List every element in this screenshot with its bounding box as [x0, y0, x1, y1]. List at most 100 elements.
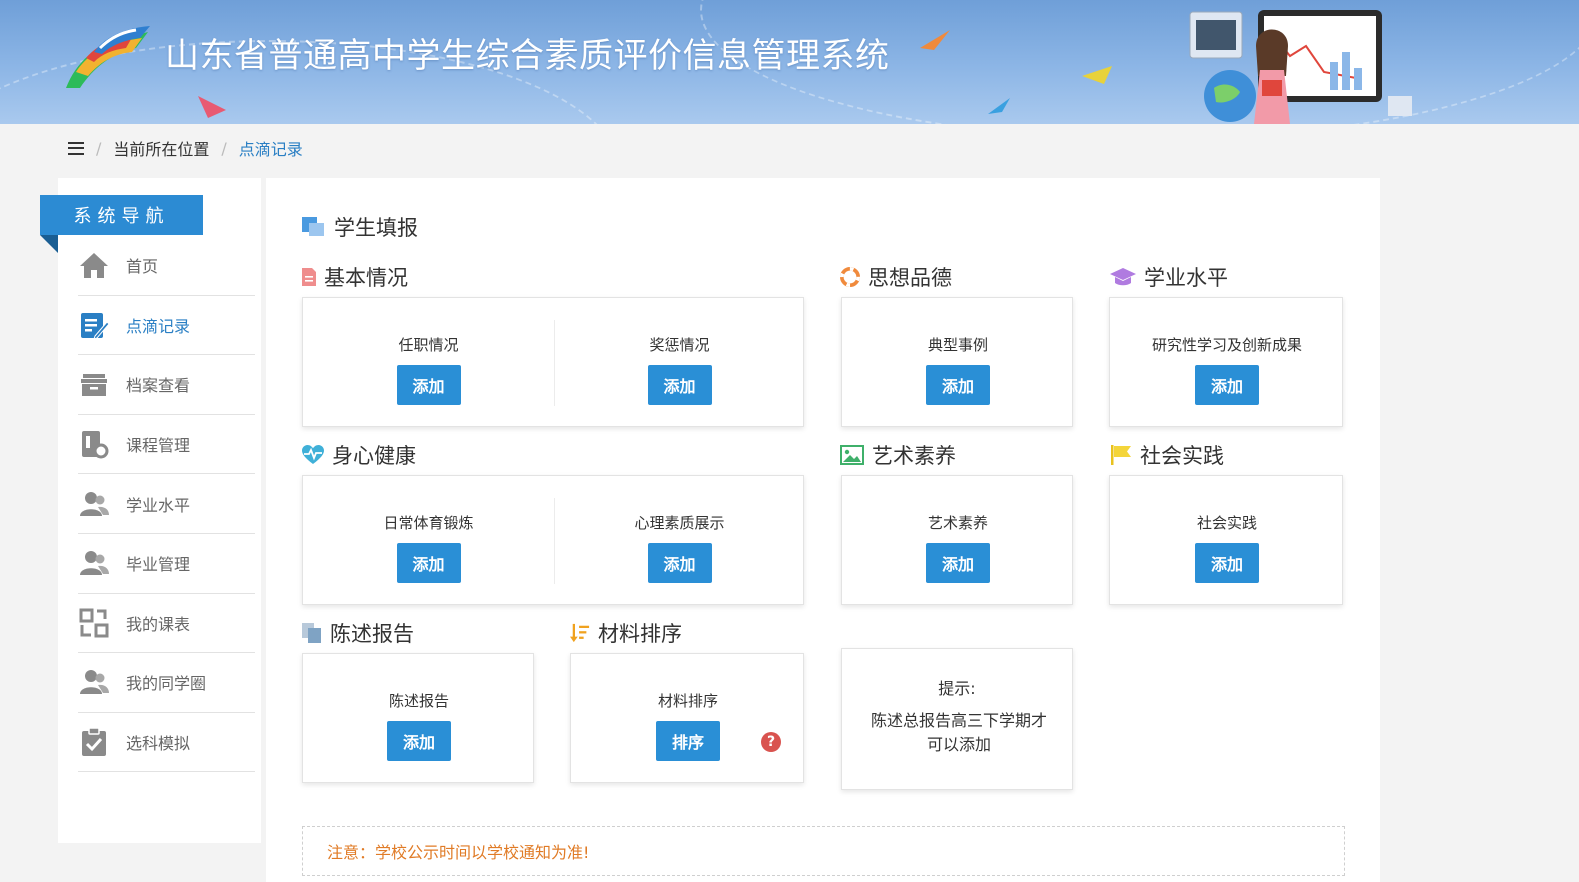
archive-box-icon [78, 368, 110, 400]
section-title-text: 基本情况 [324, 266, 408, 290]
sidebar-item-graduation[interactable]: 毕业管理 [78, 534, 255, 594]
copy-document-icon [302, 623, 322, 643]
section-title-text: 社会实践 [1140, 444, 1224, 468]
section-title-report: 陈述报告 [302, 618, 414, 648]
breadcrumb: / 当前所在位置 / 点滴记录 [68, 136, 303, 160]
card-item: 任职情况 添加 [303, 298, 554, 426]
card-item: 研究性学习及创新成果 添加 [1110, 298, 1344, 426]
card-item-label: 奖惩情况 [649, 336, 710, 354]
add-example-button[interactable]: 添加 [926, 365, 990, 405]
section-title-text: 陈述报告 [330, 622, 414, 646]
card-sort: 材料排序 排序 ? [570, 653, 804, 783]
sidebar-item-records[interactable]: 点滴记录 [78, 296, 255, 356]
card-item: 典型事例 添加 [842, 298, 1074, 426]
sidebar-heading: 系统导航 [40, 195, 203, 235]
card-item-label: 社会实践 [1196, 514, 1257, 532]
sidebar-item-label: 课程管理 [126, 436, 191, 456]
tip-card: 提示: 陈述总报告高三下学期才可以添加 [841, 648, 1073, 790]
heartbeat-icon [302, 445, 324, 465]
sidebar-item-schedule[interactable]: 我的课表 [78, 594, 255, 654]
image-icon [840, 445, 864, 465]
section-title-health: 身心健康 [302, 440, 416, 470]
card-item: 材料排序 排序 [571, 654, 805, 782]
paper-plane-icon [1082, 66, 1112, 84]
edit-record-icon [78, 309, 110, 341]
section-title-moral: 思想品德 [840, 262, 952, 292]
card-item: 日常体育锻炼 添加 [303, 476, 554, 604]
sort-materials-button[interactable]: 排序 [656, 721, 720, 761]
card-academic: 研究性学习及创新成果 添加 [1109, 297, 1343, 427]
add-position-button[interactable]: 添加 [396, 365, 461, 405]
add-research-button[interactable]: 添加 [1195, 365, 1259, 405]
add-reward-button[interactable]: 添加 [647, 365, 712, 405]
users-icon [78, 488, 110, 520]
card-item: 心理素质展示 添加 [554, 476, 805, 604]
sidebar-item-classmates[interactable]: 我的同学圈 [78, 653, 255, 713]
breadcrumb-current[interactable]: 点滴记录 [239, 136, 303, 160]
sidebar-item-courses[interactable]: 课程管理 [78, 415, 255, 475]
course-settings-icon [78, 428, 110, 460]
sidebar-item-label: 学业水平 [126, 495, 191, 515]
section-title-text: 身心健康 [332, 444, 416, 468]
card-item-label: 材料排序 [657, 692, 718, 710]
notice-banner: 注意：学校公示时间以学校通知为准! [302, 826, 1345, 876]
sidebar-item-label: 选科模拟 [126, 734, 191, 754]
card-social: 社会实践 添加 [1109, 475, 1343, 605]
sidebar-item-subject-sim[interactable]: 选科模拟 [78, 713, 255, 773]
menu-toggle-icon[interactable] [68, 141, 84, 155]
card-health: 日常体育锻炼 添加 心理素质展示 添加 [302, 475, 804, 605]
paper-plane-icon [988, 98, 1010, 114]
card-item-label: 任职情况 [398, 336, 459, 354]
home-icon [78, 249, 110, 281]
card-basic: 任职情况 添加 奖惩情况 添加 [302, 297, 804, 427]
sidebar-item-label: 我的同学圈 [126, 674, 207, 694]
users-icon [78, 666, 110, 698]
section-title-basic: 基本情况 [302, 262, 408, 292]
sidebar-item-label: 我的课表 [126, 614, 191, 634]
sidebar-heading-fold [40, 235, 58, 253]
sidebar-item-label: 档案查看 [126, 376, 191, 396]
paper-plane-icon [920, 30, 950, 50]
section-title-social: 社会实践 [1110, 440, 1224, 470]
card-moral: 典型事例 添加 [841, 297, 1073, 427]
lifebuoy-icon [840, 267, 860, 287]
page-title-text: 学生填报 [334, 216, 418, 240]
sidebar-nav: 首页 点滴记录 档案查看 课程管理 学业水平 毕业管理 我的课表 我的同学圈 选… [78, 236, 255, 773]
card-item-label: 陈述报告 [388, 692, 449, 710]
breadcrumb-prefix: 当前所在位置 [113, 140, 210, 159]
site-logo [66, 26, 150, 88]
card-item: 奖惩情况 添加 [554, 298, 805, 426]
header-illustration [1189, 10, 1412, 124]
stack-squares-icon [302, 215, 326, 239]
sidebar-item-label: 首页 [126, 257, 159, 277]
sidebar-item-academic[interactable]: 学业水平 [78, 474, 255, 534]
card-item-label: 心理素质展示 [634, 514, 725, 532]
add-art-button[interactable]: 添加 [926, 543, 990, 583]
graduation-cap-icon [1110, 267, 1136, 287]
card-item: 陈述报告 添加 [303, 654, 535, 782]
add-psychology-button[interactable]: 添加 [647, 543, 712, 583]
add-exercise-button[interactable]: 添加 [396, 543, 461, 583]
card-item-label: 日常体育锻炼 [383, 514, 474, 532]
card-item: 社会实践 添加 [1110, 476, 1344, 604]
tip-body: 陈述总报告高三下学期才可以添加 [870, 711, 1047, 754]
page-title: 学生填报 [302, 212, 418, 242]
card-item-label: 研究性学习及创新成果 [1151, 336, 1302, 354]
card-art: 艺术素养 添加 [841, 475, 1073, 605]
sidebar-item-archive[interactable]: 档案查看 [78, 355, 255, 415]
section-title-text: 学业水平 [1144, 266, 1228, 290]
document-icon [302, 267, 316, 287]
add-report-button[interactable]: 添加 [387, 721, 451, 761]
notice-text: 注意：学校公示时间以学校通知为准! [327, 843, 590, 862]
sidebar-item-home[interactable]: 首页 [78, 236, 255, 296]
card-item: 艺术素养 添加 [842, 476, 1074, 604]
section-title-text: 艺术素养 [872, 444, 956, 468]
sidebar-item-label: 毕业管理 [126, 555, 191, 575]
add-social-button[interactable]: 添加 [1195, 543, 1259, 583]
card-item-label: 艺术素养 [927, 514, 988, 532]
section-title-academic: 学业水平 [1110, 262, 1228, 292]
paper-plane-icon [198, 96, 226, 118]
help-icon[interactable]: ? [761, 732, 781, 752]
section-title-text: 材料排序 [598, 622, 682, 646]
section-title-text: 思想品德 [868, 266, 952, 290]
